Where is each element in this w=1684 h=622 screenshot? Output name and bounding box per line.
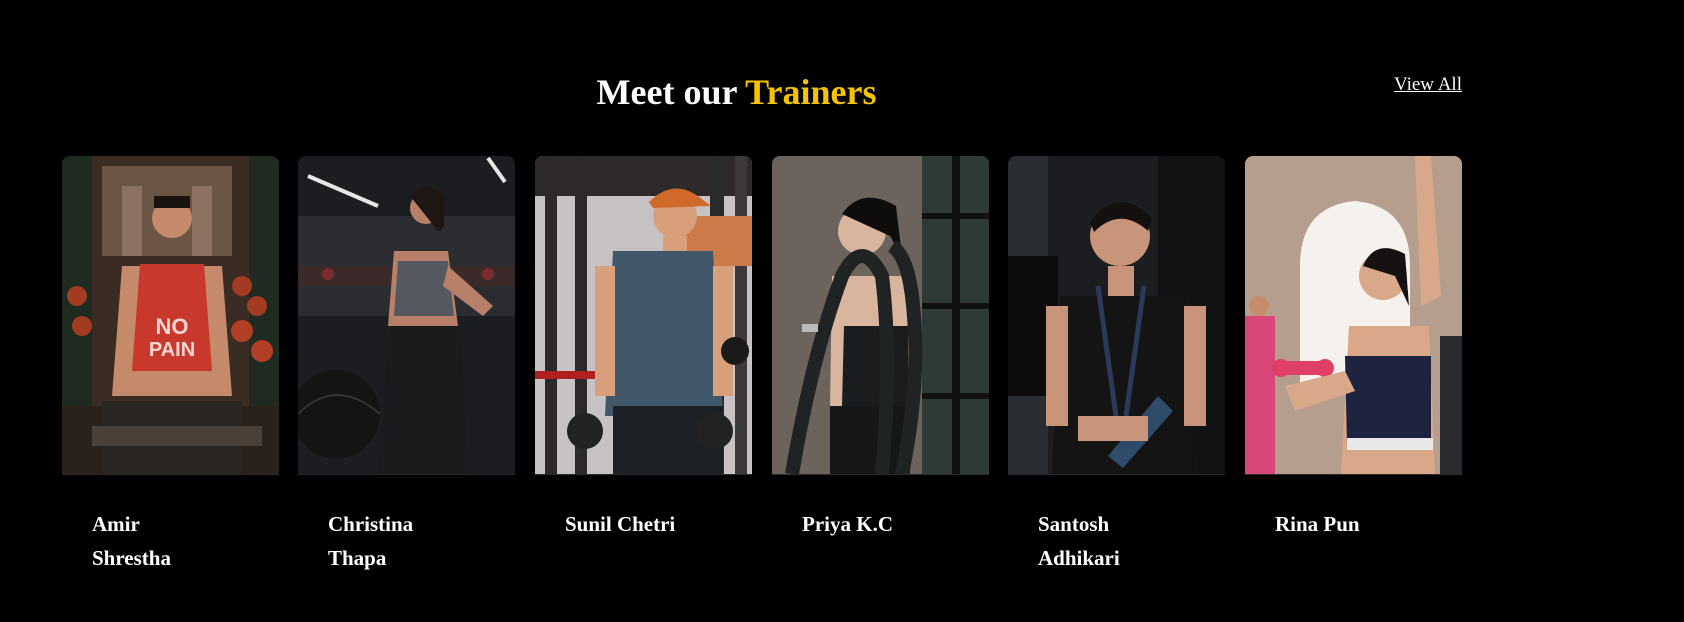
trainer-photo bbox=[1008, 156, 1225, 474]
trainer-name[interactable]: Santosh Adhikari bbox=[1038, 507, 1168, 575]
photo-divider bbox=[535, 474, 752, 475]
photo-divider bbox=[1008, 474, 1225, 475]
trainer-card[interactable]: Priya K.C bbox=[772, 156, 989, 541]
trainer-photo: NO PAIN bbox=[62, 156, 279, 474]
trainer-photo bbox=[298, 156, 515, 474]
trainer-photo bbox=[772, 156, 989, 474]
svg-text:NO: NO bbox=[156, 314, 189, 339]
photo-divider bbox=[62, 474, 279, 475]
trainer-card[interactable]: NO PAIN Amir Shrestha bbox=[62, 156, 279, 575]
section-title-prefix: Meet our bbox=[596, 72, 746, 112]
view-all-link[interactable]: View All bbox=[1394, 74, 1462, 96]
trainer-name[interactable]: Rina Pun bbox=[1275, 507, 1405, 541]
trainer-card[interactable]: Sunil Chetri bbox=[535, 156, 752, 541]
trainer-card[interactable]: Rina Pun bbox=[1245, 156, 1462, 541]
svg-text:PAIN: PAIN bbox=[149, 339, 195, 361]
trainer-name[interactable]: Christina Thapa bbox=[328, 507, 458, 575]
trainer-photo bbox=[1245, 156, 1462, 474]
photo-divider bbox=[298, 474, 515, 475]
photo-divider bbox=[1245, 474, 1462, 475]
trainer-name[interactable]: Sunil Chetri bbox=[565, 507, 695, 541]
trainer-name[interactable]: Amir Shrestha bbox=[92, 507, 222, 575]
trainer-photo bbox=[535, 156, 752, 474]
trainer-name[interactable]: Priya K.C bbox=[802, 507, 932, 541]
section-title-accent: Trainers bbox=[745, 72, 877, 112]
trainer-card[interactable]: Christina Thapa bbox=[298, 156, 515, 575]
photo-divider bbox=[772, 474, 989, 475]
trainer-card[interactable]: Santosh Adhikari bbox=[1008, 156, 1225, 575]
